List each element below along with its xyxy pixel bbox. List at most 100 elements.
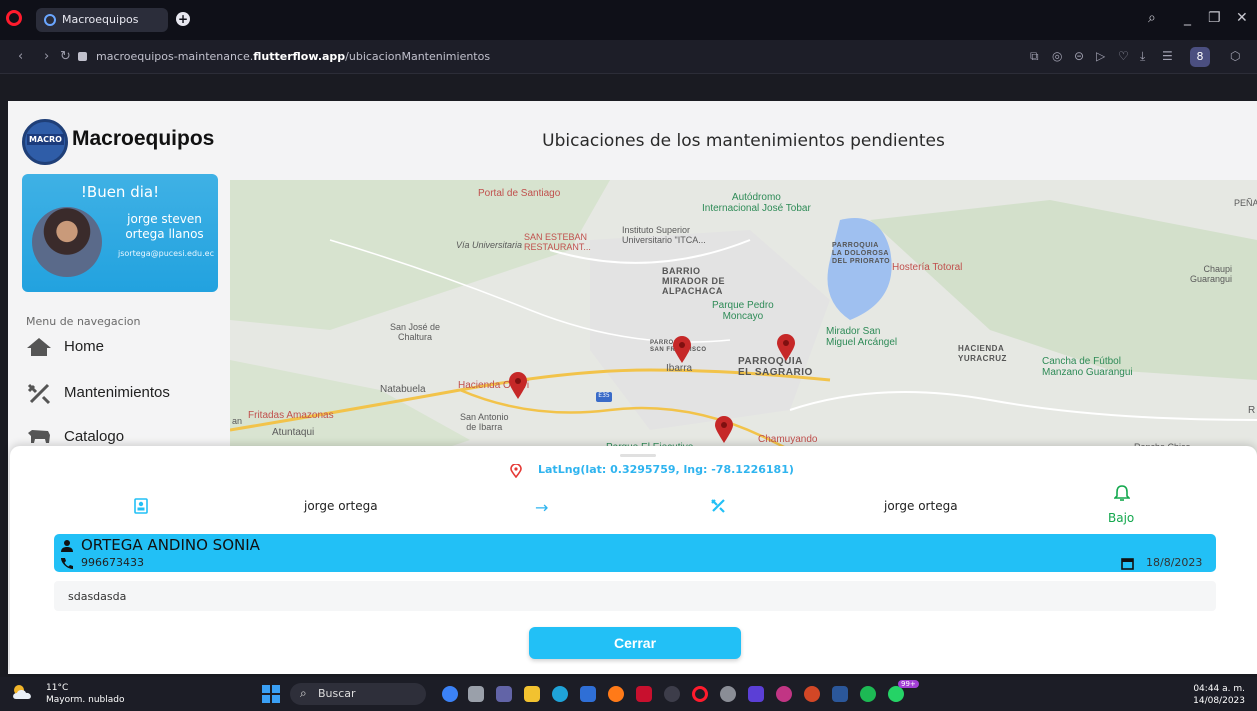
- notification-badge: 99+: [898, 680, 919, 688]
- lock-icon: [78, 52, 87, 61]
- tab-title: Macroequipos: [62, 13, 139, 26]
- contact-card-icon: [134, 498, 148, 514]
- opera-taskbar-icon[interactable]: [692, 686, 708, 702]
- main-header: Ubicaciones de los mantenimientos pendie…: [230, 101, 1257, 180]
- user-name: jorge steven ortega llanos: [125, 212, 204, 241]
- file-explorer-icon[interactable]: [524, 686, 540, 702]
- search-label: Buscar: [318, 687, 356, 700]
- new-tab-icon[interactable]: +: [176, 12, 190, 26]
- map-marker[interactable]: [508, 372, 528, 400]
- minimize-icon[interactable]: _: [1184, 10, 1191, 26]
- brand-name: Macroequipos: [72, 127, 215, 150]
- url-path: /ubicacionMantenimientos: [345, 50, 491, 63]
- clock-time: 04:44 a. m.: [1193, 684, 1245, 694]
- map-marker[interactable]: [714, 416, 734, 444]
- download-icon[interactable]: ⤓: [1140, 49, 1145, 64]
- tab-favicon-icon: [44, 14, 56, 26]
- whatsapp-icon[interactable]: [888, 686, 904, 702]
- phone-icon: [61, 558, 73, 569]
- player-icon[interactable]: ▷: [1096, 49, 1105, 63]
- app-icon[interactable]: [776, 686, 792, 702]
- map-label-chaupi: Chaupi Guarangui: [1190, 264, 1233, 284]
- page-title: Ubicaciones de los mantenimientos pendie…: [542, 131, 945, 151]
- address-bar: ‹ › ↻ macroequipos-maintenance.flutterfl…: [0, 40, 1257, 74]
- camera-icon[interactable]: ◎: [1052, 49, 1062, 63]
- map-label-portal: Portal de Santiago: [478, 188, 561, 199]
- reload-icon[interactable]: ↻: [60, 49, 71, 64]
- sidebar-item-mantenimientos[interactable]: Mantenimientos: [26, 383, 170, 405]
- sidebar-item-label: Catalogo: [64, 427, 125, 445]
- url-field[interactable]: macroequipos-maintenance.flutterflow.app…: [96, 50, 490, 63]
- task-view-icon[interactable]: [468, 686, 484, 702]
- search-icon: ⌕: [300, 686, 307, 700]
- browser-tabbar: Macroequipos + ⌕ _ ❐ ✕: [0, 0, 1257, 40]
- map-marker[interactable]: [672, 336, 692, 364]
- priority-label: Bajo: [1108, 511, 1135, 525]
- app-icon[interactable]: [636, 686, 652, 702]
- map-label-fritadas: Fritadas Amazonas: [248, 410, 334, 421]
- powerpoint-icon[interactable]: [804, 686, 820, 702]
- tools-icon: [26, 383, 54, 405]
- bing-icon[interactable]: [442, 686, 458, 702]
- profile-icon[interactable]: 8: [1190, 47, 1210, 67]
- firefox-icon[interactable]: [608, 686, 624, 702]
- map-label-ibarra: Ibarra: [666, 363, 693, 374]
- spotify-icon[interactable]: [860, 686, 876, 702]
- map-marker[interactable]: [776, 334, 796, 362]
- extensions-icon[interactable]: ⬡: [1230, 49, 1240, 63]
- weather-widget[interactable]: 11°C Mayorm. nublado: [10, 683, 125, 705]
- user-email: jsortega@pucesi.edu.ec: [118, 249, 214, 258]
- close-button[interactable]: Cerrar: [529, 627, 741, 659]
- close-window-icon[interactable]: ✕: [1236, 10, 1248, 26]
- browser-tab[interactable]: Macroequipos: [36, 8, 168, 32]
- restore-icon[interactable]: ❐: [1208, 10, 1221, 26]
- brand-logo: MACRO: [22, 119, 68, 165]
- map-label-an: an: [232, 416, 243, 426]
- store-icon[interactable]: [580, 686, 596, 702]
- vpn-icon[interactable]: ⊝: [1074, 49, 1084, 63]
- brand-logo-text: MACRO: [27, 134, 64, 145]
- edge-icon[interactable]: [552, 686, 568, 702]
- search-tabs-icon[interactable]: ⌕: [1148, 10, 1156, 26]
- system-clock[interactable]: 04:44 a. m. 14/08/2023: [1193, 683, 1245, 707]
- sidebar-item-catalogo[interactable]: Catalogo: [26, 427, 124, 447]
- map-label-san-jose: San José de Chaltura: [390, 322, 441, 342]
- sidebar-item-label: Home: [64, 337, 105, 355]
- weather-temp: 11°C: [46, 683, 69, 693]
- easy-setup-icon[interactable]: ☰: [1162, 49, 1173, 63]
- highway-shield: E35: [596, 392, 612, 402]
- app-icon[interactable]: [720, 686, 736, 702]
- home-icon: [26, 337, 54, 357]
- heart-icon[interactable]: ♡: [1118, 49, 1129, 63]
- assigned-by-user: jorge ortega: [304, 499, 378, 513]
- sidebar-item-home[interactable]: Home: [26, 337, 104, 357]
- user-card: !Buen dia! jorge steven ortega llanos js…: [22, 174, 218, 292]
- details-bottom-sheet: LatLng(lat: 0.3295759, lng: -78.1226181)…: [10, 446, 1257, 674]
- client-name: ORTEGA ANDINO SONIA: [81, 536, 260, 554]
- start-icon[interactable]: [262, 685, 280, 703]
- bell-icon: [1114, 485, 1130, 501]
- map-label-san-esteban: SAN ESTEBAN RESTAURANT...: [524, 232, 591, 252]
- notes-field: sdasdasda: [54, 581, 1216, 611]
- technician-user: jorge ortega: [884, 499, 958, 513]
- drag-handle[interactable]: [620, 454, 656, 457]
- back-icon[interactable]: ‹: [18, 49, 23, 64]
- word-icon[interactable]: [832, 686, 848, 702]
- map-label-cancha: Cancha de Fútbol Manzano Guarangui: [1042, 356, 1133, 378]
- snapshot-icon[interactable]: ⧉: [1030, 49, 1039, 64]
- teams-icon[interactable]: [496, 686, 512, 702]
- opera-logo-icon[interactable]: [6, 10, 22, 26]
- map-base: [230, 180, 1257, 480]
- tools-icon: [711, 499, 725, 513]
- taskbar-search[interactable]: ⌕ Buscar: [290, 683, 426, 705]
- app-icon[interactable]: [664, 686, 680, 702]
- map-label-san-antonio: San Antonio de Ibarra: [460, 412, 509, 432]
- forward-icon[interactable]: ›: [44, 49, 49, 64]
- app-icon[interactable]: [748, 686, 764, 702]
- client-bar: ORTEGA ANDINO SONIA 996673433 18/8/2023: [54, 534, 1216, 572]
- calendar-icon: [1121, 558, 1134, 570]
- map-view[interactable]: Portal de Santiago Autódromo Internacion…: [230, 180, 1257, 480]
- map-label-natabuela: Natabuela: [380, 384, 426, 395]
- url-domain: flutterflow.app: [253, 50, 346, 63]
- map-label-parque: Parque Pedro Moncayo: [712, 300, 774, 322]
